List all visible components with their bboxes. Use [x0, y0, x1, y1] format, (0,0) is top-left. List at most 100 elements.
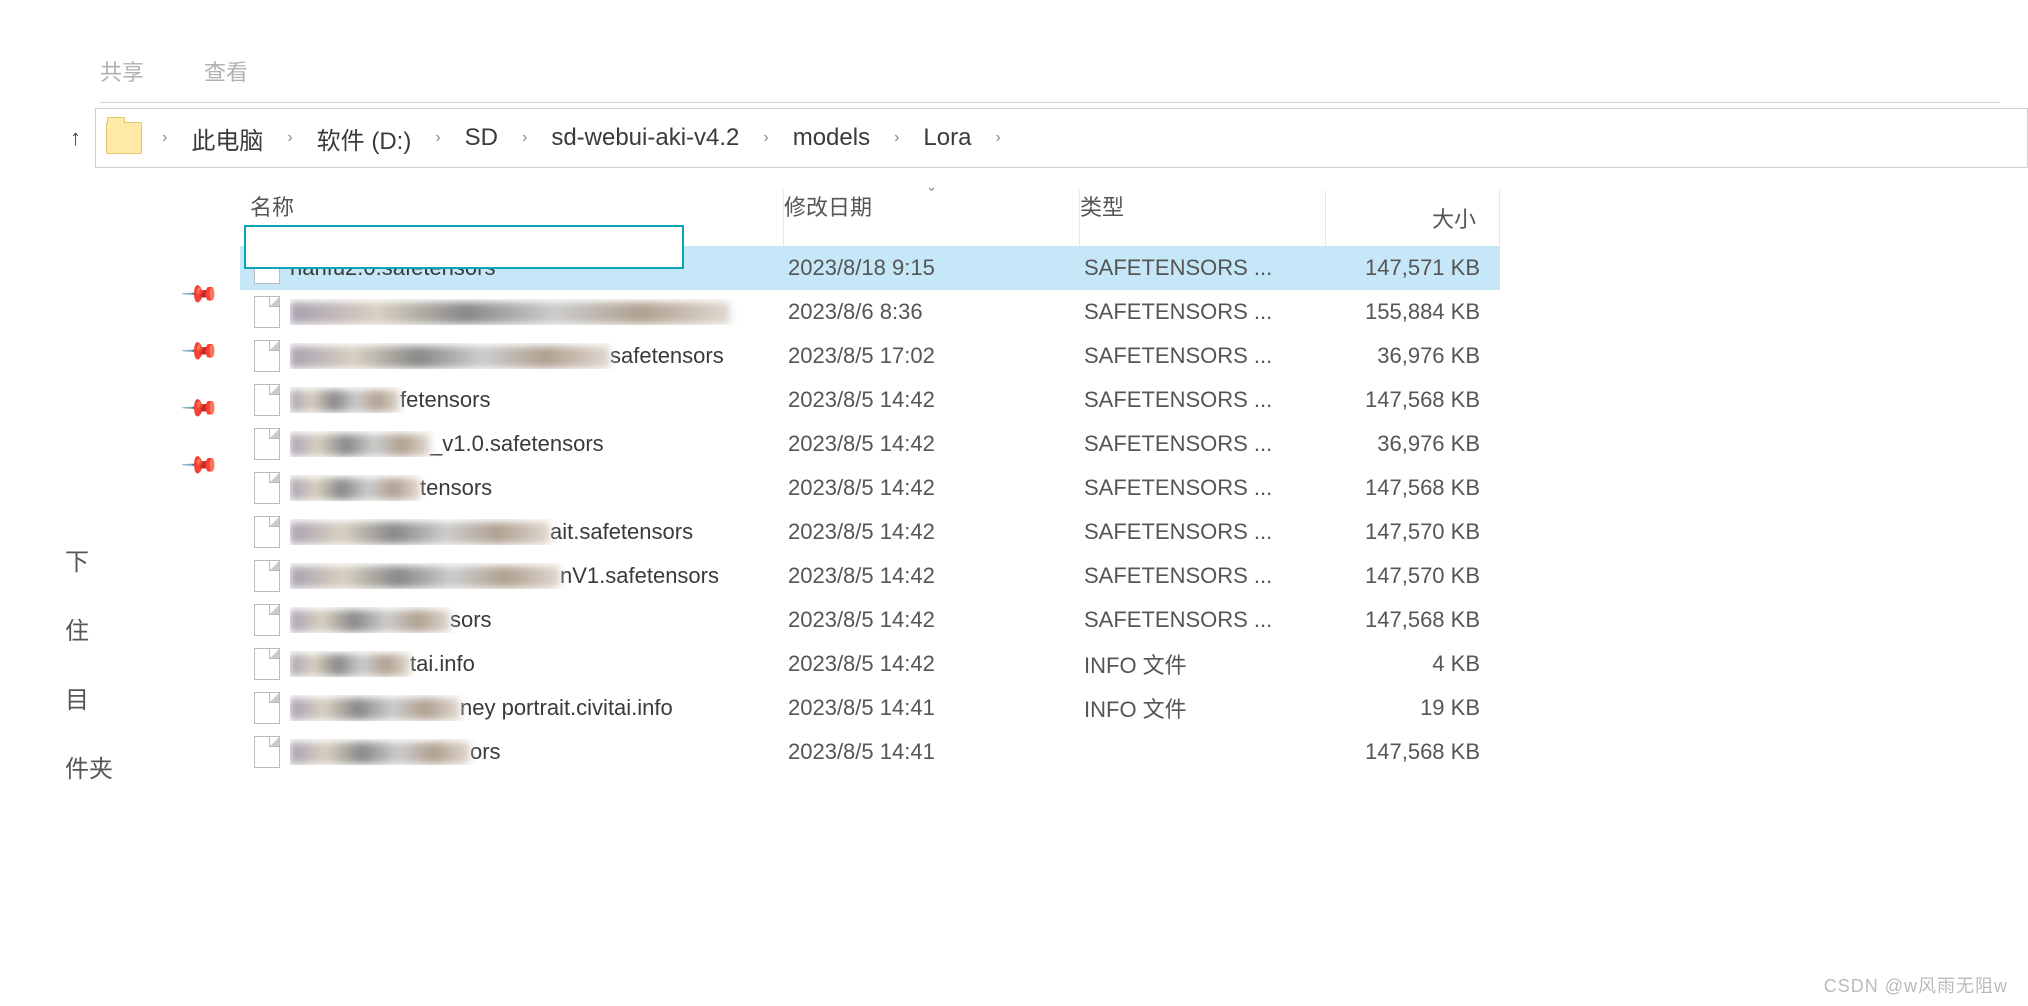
folder-icon	[106, 122, 142, 154]
file-row[interactable]: fetensors2023/8/5 14:42SAFETENSORS ...14…	[240, 378, 1500, 422]
pin-icon[interactable]: 📌	[179, 388, 221, 430]
file-type: INFO 文件	[1084, 692, 1330, 724]
breadcrumb-item[interactable]: Lora	[917, 120, 977, 156]
quick-access-sidebar: 📌 📌 📌 📌 下住目件夹	[65, 280, 215, 784]
file-type: SAFETENSORS ...	[1084, 255, 1330, 281]
header-type[interactable]: 类型	[1080, 190, 1326, 246]
breadcrumb-item[interactable]: SD	[459, 120, 504, 156]
file-type: SAFETENSORS ...	[1084, 387, 1330, 413]
watermark: CSDN @w风雨无阻w	[1824, 972, 2008, 998]
file-name: fetensors	[290, 387, 788, 413]
file-size: 147,570 KB	[1330, 563, 1490, 589]
header-date[interactable]: ⌄ 修改日期	[784, 190, 1080, 246]
file-size: 155,884 KB	[1330, 299, 1490, 325]
file-icon	[254, 384, 280, 416]
file-icon	[254, 736, 280, 768]
file-row[interactable]: ors2023/8/5 14:41 147,568 KB	[240, 730, 1500, 774]
sidebar-item[interactable]: 件夹	[65, 749, 215, 784]
file-icon	[254, 296, 280, 328]
pin-icon[interactable]: 📌	[179, 274, 221, 316]
breadcrumb-item[interactable]: sd-webui-aki-v4.2	[545, 120, 745, 156]
ribbon-tabs: 共享 查看	[100, 55, 2000, 103]
rename-input-box[interactable]	[244, 225, 684, 269]
pin-icon[interactable]: 📌	[179, 445, 221, 487]
address-bar[interactable]: ›此电脑›软件 (D:)›SD›sd-webui-aki-v4.2›models…	[95, 108, 2028, 168]
file-type: INFO 文件	[1084, 648, 1330, 680]
file-size: 4 KB	[1330, 651, 1490, 677]
file-type: SAFETENSORS ...	[1084, 607, 1330, 633]
file-name: ney portrait.civitai.info	[290, 695, 788, 721]
file-size: 147,568 KB	[1330, 387, 1490, 413]
file-row[interactable]: tensors2023/8/5 14:42SAFETENSORS ...147,…	[240, 466, 1500, 510]
file-type: SAFETENSORS ...	[1084, 431, 1330, 457]
sidebar-item[interactable]: 住	[65, 611, 215, 646]
file-size: 147,571 KB	[1330, 255, 1490, 281]
pin-icon[interactable]: 📌	[179, 331, 221, 373]
breadcrumb-item[interactable]: models	[787, 120, 876, 156]
file-icon	[254, 692, 280, 724]
file-name: _v1.0.safetensors	[290, 431, 788, 457]
file-date: 2023/8/5 14:42	[788, 431, 1084, 457]
file-icon	[254, 604, 280, 636]
file-name	[290, 299, 788, 325]
file-row[interactable]: safetensors2023/8/5 17:02SAFETENSORS ...…	[240, 334, 1500, 378]
file-name: tai.info	[290, 651, 788, 677]
address-bar-row: ↑ ›此电脑›软件 (D:)›SD›sd-webui-aki-v4.2›mode…	[70, 108, 2028, 168]
file-row[interactable]: 2023/8/6 8:36SAFETENSORS ...155,884 KB	[240, 290, 1500, 334]
file-size: 147,568 KB	[1330, 475, 1490, 501]
file-name: sors	[290, 607, 788, 633]
file-size: 147,568 KB	[1330, 739, 1490, 765]
file-row[interactable]: _v1.0.safetensors2023/8/5 14:42SAFETENSO…	[240, 422, 1500, 466]
file-size: 36,976 KB	[1330, 431, 1490, 457]
nav-up-icon[interactable]: ↑	[70, 125, 81, 151]
file-type: SAFETENSORS ...	[1084, 519, 1330, 545]
file-icon	[254, 472, 280, 504]
file-size: 147,568 KB	[1330, 607, 1490, 633]
sidebar-item[interactable]: 目	[65, 680, 215, 715]
file-icon	[254, 648, 280, 680]
file-name: tensors	[290, 475, 788, 501]
file-date: 2023/8/5 14:41	[788, 739, 1084, 765]
sort-desc-icon: ⌄	[926, 178, 938, 195]
file-row[interactable]: ney portrait.civitai.info2023/8/5 14:41I…	[240, 686, 1500, 730]
sidebar-item[interactable]: 下	[65, 542, 215, 577]
header-size[interactable]: 大小	[1326, 202, 1486, 234]
file-type: SAFETENSORS ...	[1084, 299, 1330, 325]
file-row[interactable]: nV1.safetensors2023/8/5 14:42SAFETENSORS…	[240, 554, 1500, 598]
tab-share[interactable]: 共享	[100, 55, 144, 87]
file-date: 2023/8/5 14:42	[788, 475, 1084, 501]
file-icon	[254, 516, 280, 548]
file-size: 19 KB	[1330, 695, 1490, 721]
file-name: ait.safetensors	[290, 519, 788, 545]
breadcrumb-item[interactable]: 软件 (D:)	[311, 117, 418, 160]
file-icon	[254, 560, 280, 592]
file-date: 2023/8/5 14:42	[788, 607, 1084, 633]
file-size: 36,976 KB	[1330, 343, 1490, 369]
tab-view[interactable]: 查看	[204, 55, 248, 87]
file-type: SAFETENSORS ...	[1084, 563, 1330, 589]
file-icon	[254, 340, 280, 372]
file-list: 名称 ⌄ 修改日期 类型 大小 hanfu2.0.safetensors2023…	[240, 190, 1500, 774]
file-size: 147,570 KB	[1330, 519, 1490, 545]
file-date: 2023/8/5 17:02	[788, 343, 1084, 369]
file-date: 2023/8/18 9:15	[788, 255, 1084, 281]
breadcrumb: ›此电脑›软件 (D:)›SD›sd-webui-aki-v4.2›models…	[152, 117, 1011, 160]
file-type: SAFETENSORS ...	[1084, 475, 1330, 501]
breadcrumb-item[interactable]: 此电脑	[185, 117, 269, 160]
file-row[interactable]: tai.info2023/8/5 14:42INFO 文件4 KB	[240, 642, 1500, 686]
file-name: ors	[290, 739, 788, 765]
file-row[interactable]: sors2023/8/5 14:42SAFETENSORS ...147,568…	[240, 598, 1500, 642]
file-type: SAFETENSORS ...	[1084, 343, 1330, 369]
file-date: 2023/8/5 14:42	[788, 387, 1084, 413]
file-row[interactable]: ait.safetensors2023/8/5 14:42SAFETENSORS…	[240, 510, 1500, 554]
file-name: nV1.safetensors	[290, 563, 788, 589]
file-date: 2023/8/5 14:41	[788, 695, 1084, 721]
file-date: 2023/8/5 14:42	[788, 563, 1084, 589]
file-date: 2023/8/5 14:42	[788, 651, 1084, 677]
file-date: 2023/8/6 8:36	[788, 299, 1084, 325]
file-icon	[254, 428, 280, 460]
column-headers: 名称 ⌄ 修改日期 类型 大小	[240, 190, 1500, 246]
header-name[interactable]: 名称	[240, 190, 784, 246]
file-date: 2023/8/5 14:42	[788, 519, 1084, 545]
file-name: safetensors	[290, 343, 788, 369]
